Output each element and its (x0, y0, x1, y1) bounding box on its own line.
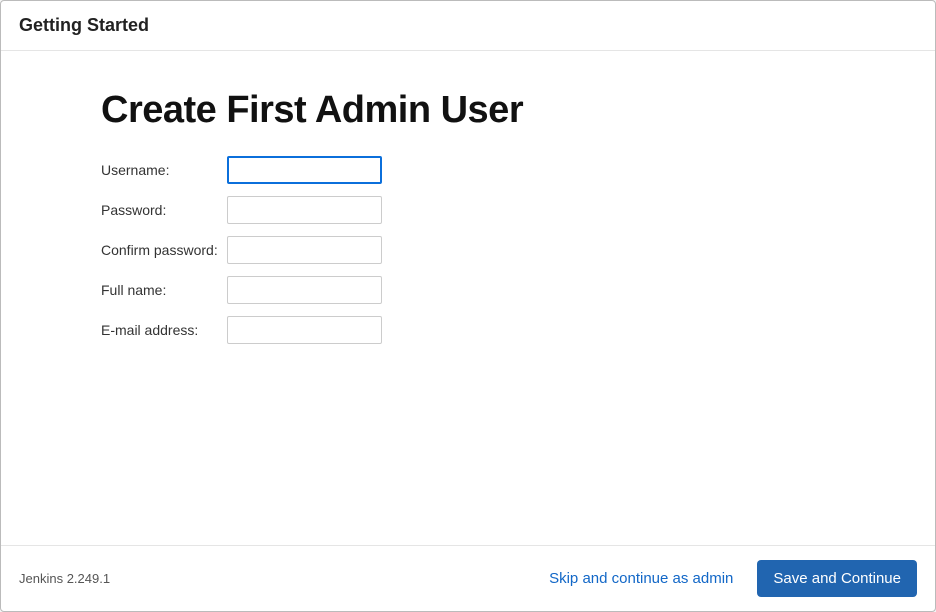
setup-wizard-window: Getting Started Create First Admin User … (0, 0, 936, 612)
password-label: Password: (101, 202, 227, 218)
header: Getting Started (1, 1, 935, 51)
skip-button[interactable]: Skip and continue as admin (545, 562, 737, 595)
confirm-password-label: Confirm password: (101, 242, 227, 258)
username-label: Username: (101, 162, 227, 178)
username-input[interactable] (227, 156, 382, 184)
footer: Jenkins 2.249.1 Skip and continue as adm… (1, 545, 935, 611)
form-row-password: Password: (101, 196, 835, 224)
form-row-full-name: Full name: (101, 276, 835, 304)
header-title: Getting Started (19, 15, 917, 36)
email-label: E-mail address: (101, 322, 227, 338)
password-input[interactable] (227, 196, 382, 224)
version-label: Jenkins 2.249.1 (19, 571, 110, 586)
main-content: Create First Admin User Username: Passwo… (1, 51, 935, 545)
form-row-email: E-mail address: (101, 316, 835, 344)
form-row-username: Username: (101, 156, 835, 184)
form-row-confirm-password: Confirm password: (101, 236, 835, 264)
save-continue-button[interactable]: Save and Continue (757, 560, 917, 597)
email-input[interactable] (227, 316, 382, 344)
footer-actions: Skip and continue as admin Save and Cont… (545, 560, 917, 597)
confirm-password-input[interactable] (227, 236, 382, 264)
full-name-input[interactable] (227, 276, 382, 304)
full-name-label: Full name: (101, 282, 227, 298)
page-title: Create First Admin User (101, 89, 835, 132)
